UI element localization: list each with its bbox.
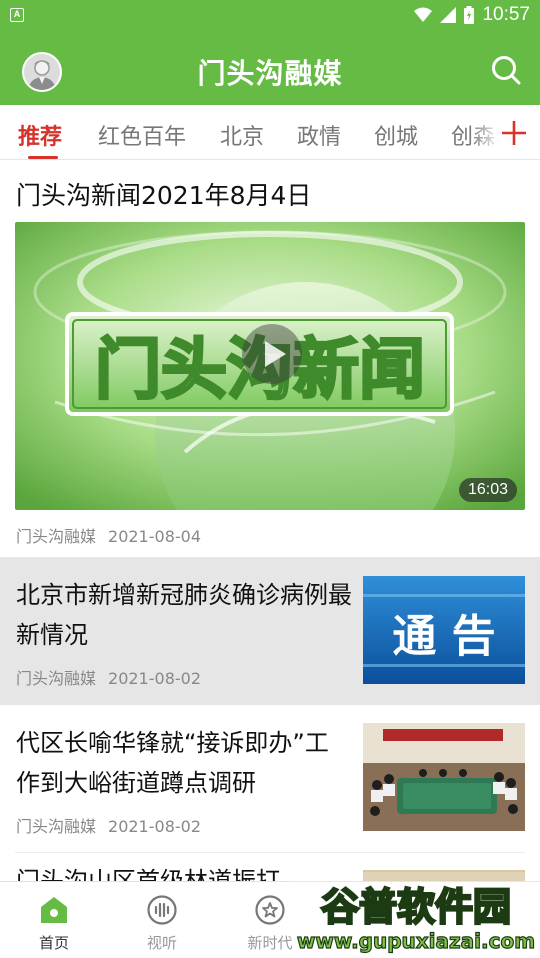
article-meta: 门头沟融媒 2021-08-02 [16, 813, 201, 837]
tab-recommend[interactable]: 推荐 [18, 119, 62, 151]
source-label: 门头沟融媒 [16, 817, 97, 836]
signal-icon [440, 7, 457, 23]
nav-audio-video[interactable]: 视听 [108, 882, 216, 958]
featured-video-thumbnail[interactable]: 门头沟新闻 16:03 [15, 222, 525, 510]
article-title: 北京市新增新冠肺炎确诊病例最新情况 [16, 581, 352, 649]
publish-date: 2021-08-02 [108, 669, 201, 688]
nav-label: 首页 [38, 934, 69, 952]
article-title: 代区长喻华锋就“接诉即办”工作到大峪街道蹲点调研 [16, 729, 329, 797]
watermark-logo: 谷普软件园 www.gupuxiazai.com [292, 872, 540, 958]
clock: 10:57 [482, 4, 530, 25]
publish-date: 2021-08-02 [108, 817, 201, 836]
article-thumbnail: 通 告 [363, 576, 525, 684]
audio-wave-icon [147, 895, 177, 925]
tab-civilized-city[interactable]: 创城 [374, 119, 418, 151]
list-item[interactable]: 北京市新增新冠肺炎确诊病例最新情况 门头沟融媒 2021-08-02 通 告 [0, 557, 540, 705]
list-item[interactable]: 代区长喻华锋就“接诉即办”工作到大峪街道蹲点调研 门头沟融媒 2021-08-02 [0, 705, 540, 853]
watermark-title: 谷普软件园 [321, 885, 511, 929]
category-tabs: 推荐 红色百年 北京 政情 创城 创森 [0, 105, 540, 160]
source-label: 门头沟融媒 [16, 669, 97, 688]
tab-red-century[interactable]: 红色百年 [98, 119, 186, 151]
featured-title[interactable]: 门头沟新闻2021年8月4日 [16, 176, 311, 212]
publish-date: 2021-08-04 [108, 527, 201, 546]
wifi-icon [414, 7, 433, 22]
notification-icon: A [10, 8, 24, 22]
badge-icon [255, 895, 285, 925]
nav-home[interactable]: 首页 [0, 882, 108, 958]
active-tab-indicator [28, 156, 58, 159]
source-label: 门头沟融媒 [16, 527, 97, 546]
watermark-url: www.gupuxiazai.com [297, 929, 535, 953]
article-meta: 门头沟融媒 2021-08-02 [16, 665, 201, 689]
featured-meta: 门头沟融媒 2021-08-04 [16, 523, 201, 547]
search-icon[interactable] [490, 54, 522, 86]
nav-label: 视听 [146, 934, 177, 952]
status-bar: A 10:57 [0, 0, 540, 30]
article-thumbnail [363, 723, 525, 831]
thumbnail-text: 通 告 [392, 611, 495, 662]
video-duration: 16:03 [458, 478, 517, 502]
tab-beijing[interactable]: 北京 [220, 119, 264, 151]
app-title: 门头沟融媒 [197, 57, 343, 90]
meeting-photo [363, 723, 525, 831]
battery-icon [464, 6, 475, 24]
tab-politics[interactable]: 政情 [297, 119, 341, 151]
home-icon [41, 897, 67, 923]
play-icon[interactable] [240, 322, 304, 386]
app-header: 门头沟融媒 [0, 30, 540, 105]
add-channel-icon[interactable] [500, 115, 528, 149]
